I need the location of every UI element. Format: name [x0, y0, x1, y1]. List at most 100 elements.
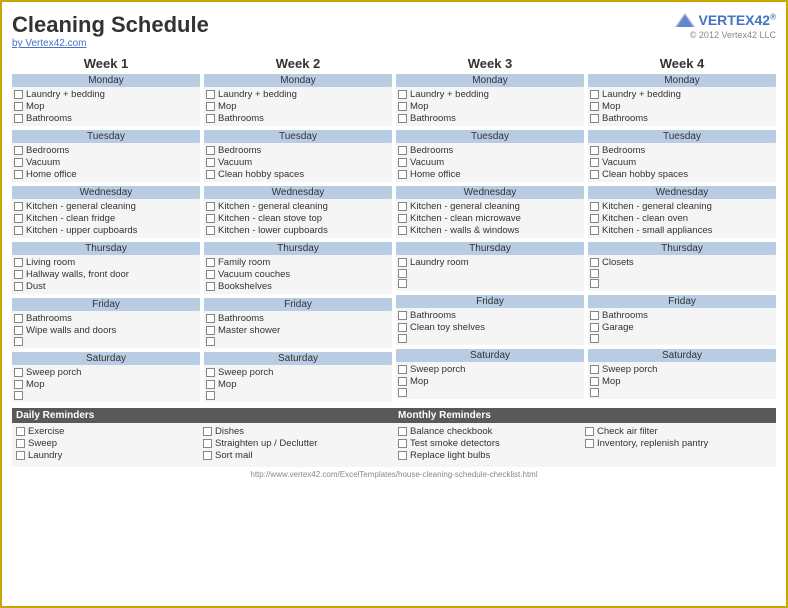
week-2-day-1-header: Monday: [204, 74, 392, 87]
task-checkbox[interactable]: [590, 377, 599, 386]
task-item: Laundry room: [398, 257, 582, 268]
task-checkbox[interactable]: [398, 334, 407, 343]
reminder-checkbox[interactable]: [16, 427, 25, 436]
task-checkbox[interactable]: [398, 258, 407, 267]
task-checkbox[interactable]: [590, 158, 599, 167]
task-checkbox[interactable]: [398, 90, 407, 99]
task-checkbox[interactable]: [14, 170, 23, 179]
task-checkbox[interactable]: [14, 158, 23, 167]
reminder-checkbox[interactable]: [203, 439, 212, 448]
task-checkbox[interactable]: [590, 258, 599, 267]
task-checkbox[interactable]: [206, 90, 215, 99]
task-checkbox[interactable]: [398, 226, 407, 235]
task-checkbox[interactable]: [398, 214, 407, 223]
task-checkbox[interactable]: [14, 214, 23, 223]
task-checkbox[interactable]: [14, 258, 23, 267]
task-checkbox[interactable]: [398, 323, 407, 332]
task-checkbox[interactable]: [14, 282, 23, 291]
task-checkbox[interactable]: [206, 170, 215, 179]
subtitle-link[interactable]: by Vertex42.com: [12, 38, 209, 49]
task-checkbox[interactable]: [14, 380, 23, 389]
task-checkbox[interactable]: [398, 388, 407, 397]
task-checkbox[interactable]: [206, 391, 215, 400]
reminder-checkbox[interactable]: [203, 427, 212, 436]
task-checkbox[interactable]: [206, 326, 215, 335]
reminder-checkbox[interactable]: [16, 451, 25, 460]
task-checkbox[interactable]: [206, 146, 215, 155]
task-checkbox[interactable]: [590, 334, 599, 343]
task-item: Mop: [398, 101, 582, 112]
header-right: VERTEX42® © 2012 Vertex42 LLC: [675, 12, 777, 40]
reminder-label: Check air filter: [597, 426, 658, 437]
task-checkbox[interactable]: [398, 146, 407, 155]
task-checkbox[interactable]: [14, 146, 23, 155]
week-3-day-4-header: Thursday: [396, 242, 584, 255]
reminder-checkbox[interactable]: [203, 451, 212, 460]
task-checkbox[interactable]: [398, 102, 407, 111]
task-checkbox[interactable]: [14, 326, 23, 335]
task-checkbox[interactable]: [590, 323, 599, 332]
task-checkbox[interactable]: [14, 114, 23, 123]
task-checkbox[interactable]: [206, 368, 215, 377]
task-checkbox[interactable]: [590, 269, 599, 278]
task-checkbox[interactable]: [398, 269, 407, 278]
task-checkbox[interactable]: [206, 102, 215, 111]
task-checkbox[interactable]: [206, 270, 215, 279]
task-checkbox[interactable]: [398, 114, 407, 123]
task-checkbox[interactable]: [14, 226, 23, 235]
task-checkbox[interactable]: [206, 314, 215, 323]
task-checkbox[interactable]: [398, 311, 407, 320]
task-checkbox[interactable]: [14, 337, 23, 346]
task-label: Kitchen - clean oven: [602, 213, 688, 224]
task-checkbox[interactable]: [590, 226, 599, 235]
task-checkbox[interactable]: [14, 270, 23, 279]
task-checkbox[interactable]: [14, 202, 23, 211]
page: Cleaning Schedule by Vertex42.com VERTEX…: [0, 0, 788, 608]
task-checkbox[interactable]: [206, 380, 215, 389]
reminder-checkbox[interactable]: [398, 427, 407, 436]
task-checkbox[interactable]: [206, 114, 215, 123]
task-checkbox[interactable]: [398, 377, 407, 386]
reminder-checkbox[interactable]: [585, 439, 594, 448]
task-item: Bathrooms: [590, 310, 774, 321]
task-checkbox[interactable]: [206, 226, 215, 235]
task-checkbox[interactable]: [398, 279, 407, 288]
task-checkbox[interactable]: [590, 311, 599, 320]
task-checkbox[interactable]: [590, 202, 599, 211]
week-3-day-4-tasks: Laundry room: [396, 255, 584, 291]
task-checkbox[interactable]: [206, 282, 215, 291]
task-checkbox[interactable]: [206, 202, 215, 211]
task-checkbox[interactable]: [206, 158, 215, 167]
task-checkbox[interactable]: [590, 214, 599, 223]
task-checkbox[interactable]: [14, 102, 23, 111]
task-checkbox[interactable]: [398, 158, 407, 167]
task-checkbox[interactable]: [14, 90, 23, 99]
reminder-checkbox[interactable]: [585, 427, 594, 436]
task-label: Kitchen - general cleaning: [602, 201, 712, 212]
task-label: Kitchen - upper cupboards: [26, 225, 137, 236]
reminder-item: Sort mail: [203, 450, 390, 461]
task-checkbox[interactable]: [398, 170, 407, 179]
reminder-checkbox[interactable]: [398, 451, 407, 460]
task-checkbox[interactable]: [590, 170, 599, 179]
task-checkbox[interactable]: [206, 258, 215, 267]
task-checkbox[interactable]: [14, 391, 23, 400]
reminder-checkbox[interactable]: [16, 439, 25, 448]
reminder-checkbox[interactable]: [398, 439, 407, 448]
task-checkbox[interactable]: [590, 102, 599, 111]
task-checkbox[interactable]: [398, 365, 407, 374]
task-checkbox[interactable]: [590, 146, 599, 155]
task-item: Dust: [14, 281, 198, 292]
task-checkbox[interactable]: [398, 202, 407, 211]
task-checkbox[interactable]: [206, 214, 215, 223]
task-checkbox[interactable]: [590, 365, 599, 374]
task-checkbox[interactable]: [590, 279, 599, 288]
task-checkbox[interactable]: [206, 337, 215, 346]
task-checkbox[interactable]: [14, 314, 23, 323]
task-checkbox[interactable]: [590, 90, 599, 99]
task-checkbox[interactable]: [14, 368, 23, 377]
task-item: Clean toy shelves: [398, 322, 582, 333]
task-label: Master shower: [218, 325, 280, 336]
task-checkbox[interactable]: [590, 114, 599, 123]
task-checkbox[interactable]: [590, 388, 599, 397]
